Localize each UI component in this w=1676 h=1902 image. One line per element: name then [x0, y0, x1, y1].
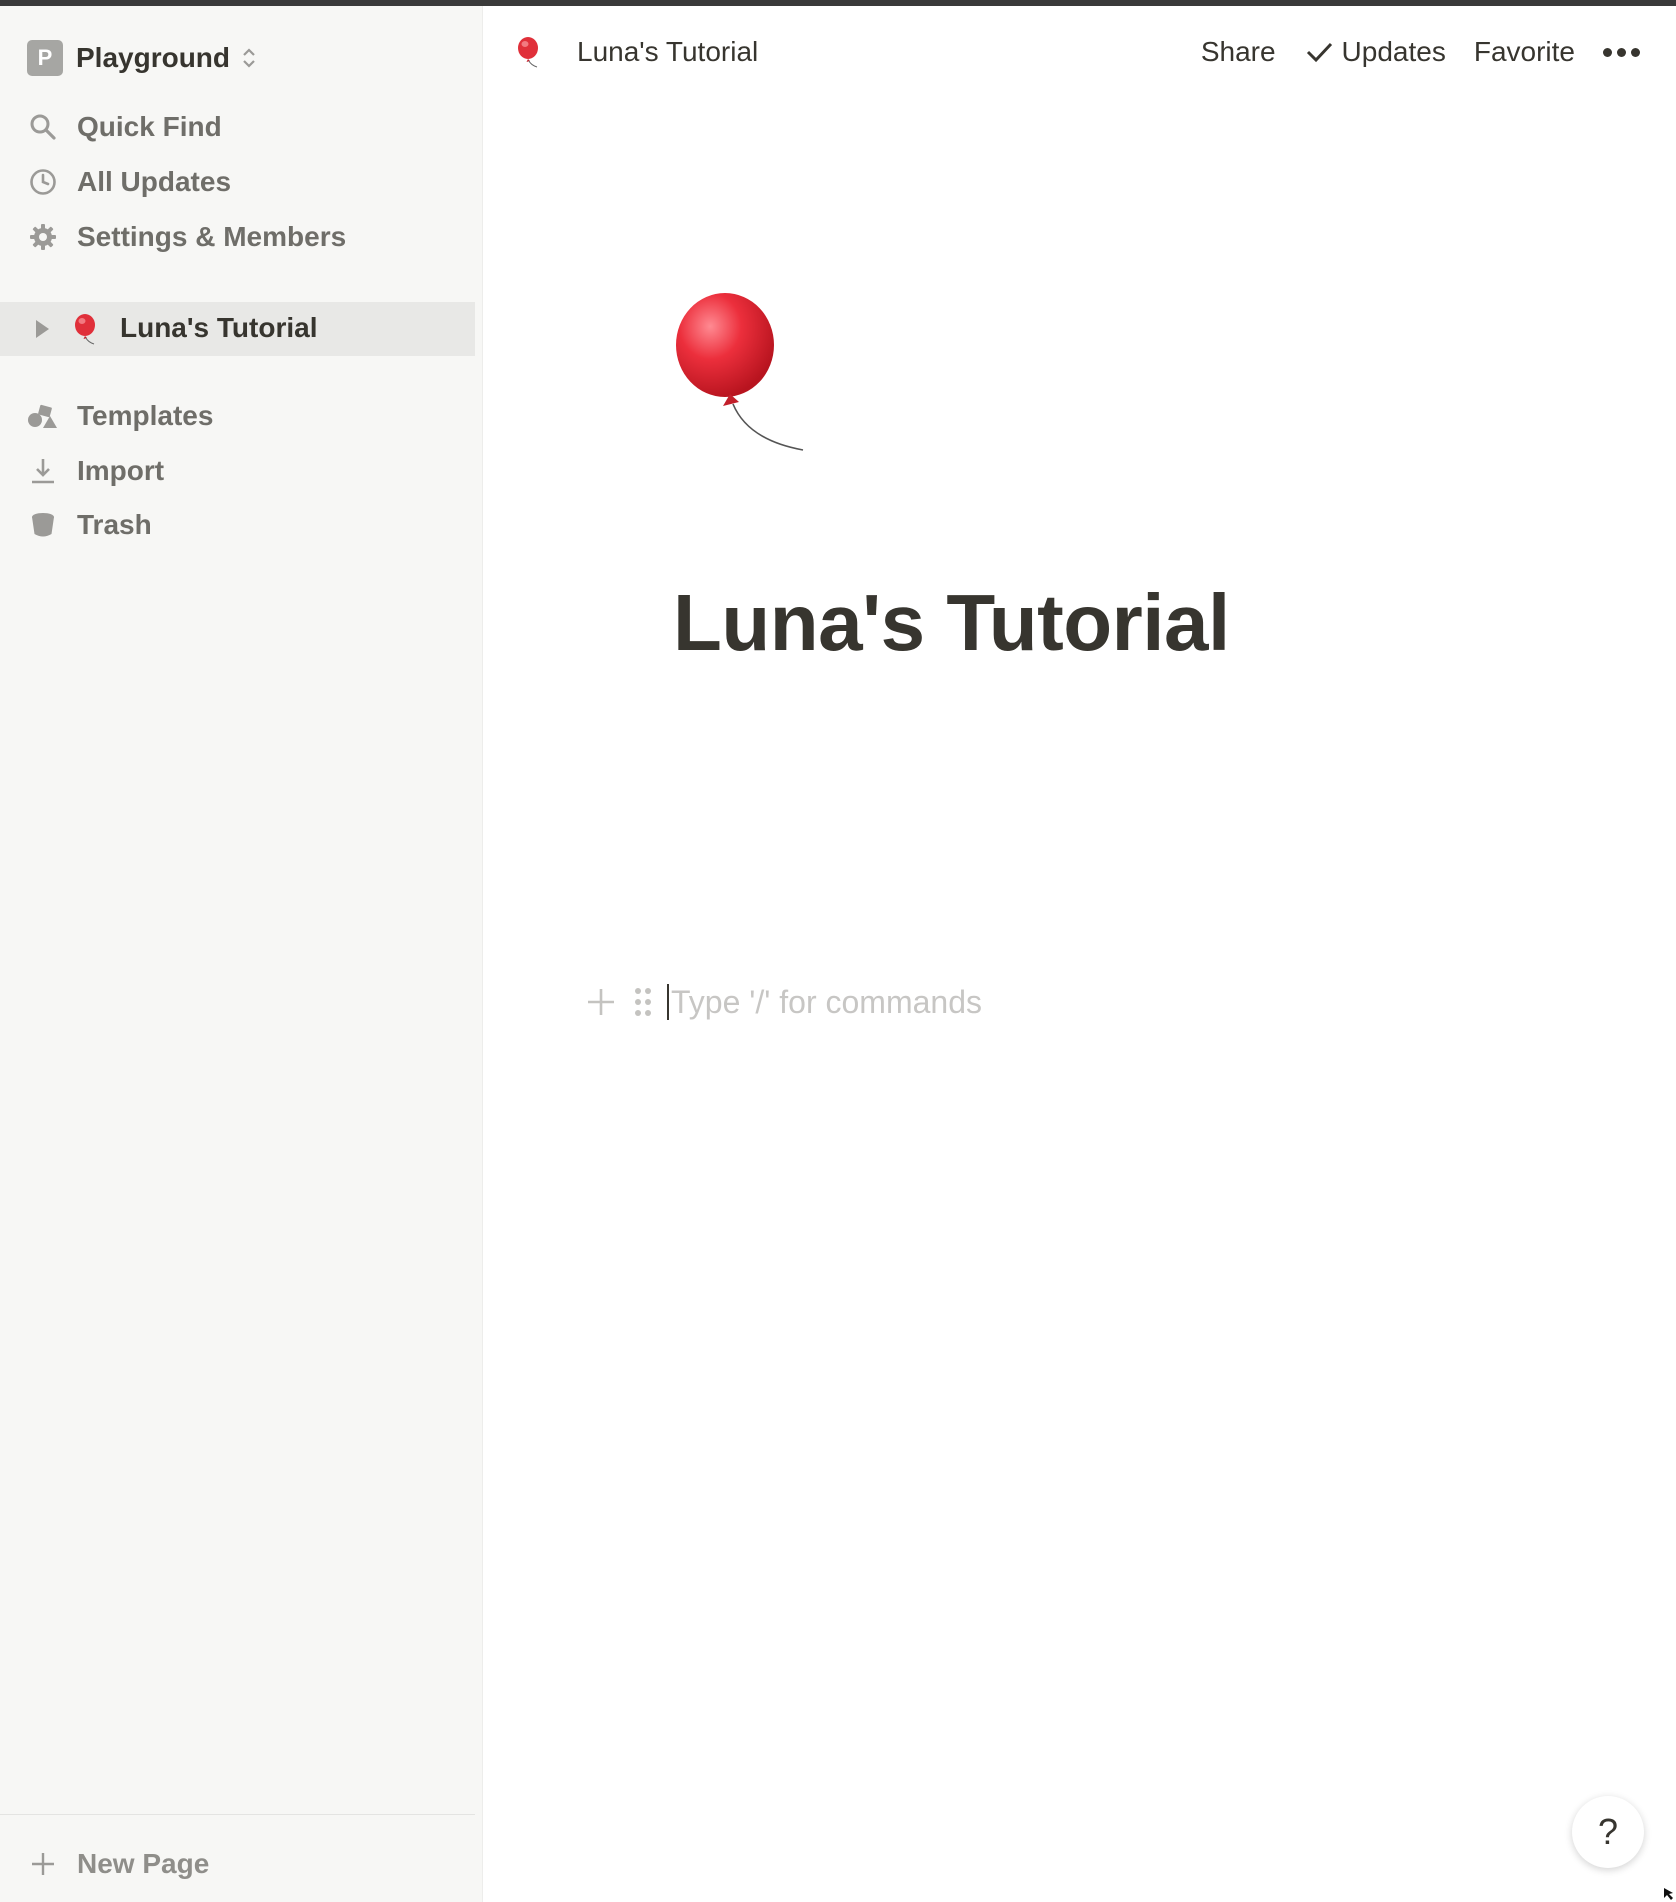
topbar: Luna's Tutorial Share Updates Favorite — [483, 6, 1676, 98]
sidebar-item-label: Import — [77, 455, 165, 486]
gear-icon — [27, 221, 59, 253]
workspace-name: Playground — [76, 42, 231, 73]
sidebar-item-label: Trash — [77, 509, 152, 540]
page-title[interactable]: Luna's Tutorial — [673, 577, 1230, 669]
sidebar-item-label: Quick Find — [77, 111, 222, 142]
breadcrumb[interactable]: Luna's Tutorial — [513, 30, 758, 74]
topbar-actions: Share Updates Favorite — [1201, 30, 1640, 74]
updates-button[interactable]: Updates — [1304, 36, 1446, 68]
sidebar-item-label: Settings & Members — [77, 221, 347, 252]
new-page-button[interactable]: New Page — [27, 1839, 209, 1889]
check-icon — [1306, 42, 1332, 63]
workspace-avatar: P — [27, 40, 63, 76]
sidebar-item-templates[interactable]: Templates — [27, 391, 213, 441]
sidebar-item-import[interactable]: Import — [27, 446, 164, 496]
import-icon — [27, 455, 59, 487]
breadcrumb-label: Luna's Tutorial — [577, 36, 759, 67]
sidebar: P Playground Quick Find All Updates Sett… — [0, 6, 483, 1902]
sidebar-item-label: Templates — [77, 400, 214, 431]
sidebar-item-label: All Updates — [77, 166, 232, 197]
share-button[interactable]: Share — [1201, 36, 1276, 68]
page-balloon-icon[interactable] — [673, 288, 808, 453]
resize-arrow-icon — [1664, 1888, 1673, 1900]
balloon-icon — [75, 314, 95, 345]
expand-triangle-icon[interactable] — [36, 320, 49, 338]
sidebar-item-trash[interactable]: Trash — [27, 500, 152, 550]
chevron-updown-icon — [243, 48, 255, 68]
text-cursor — [667, 984, 669, 1020]
trash-icon — [27, 509, 59, 541]
new-page-label: New Page — [77, 1848, 210, 1879]
empty-block[interactable]: Type '/' for commands — [585, 978, 982, 1026]
block-placeholder[interactable]: Type '/' for commands — [671, 984, 982, 1021]
help-button[interactable]: ? — [1572, 1796, 1644, 1868]
search-icon — [27, 111, 59, 143]
favorite-button[interactable]: Favorite — [1474, 36, 1575, 68]
plus-icon — [27, 1848, 59, 1880]
workspace-switcher[interactable]: P Playground — [27, 36, 258, 80]
balloon-icon — [518, 37, 538, 68]
updates-label: Updates — [1341, 36, 1446, 67]
sidebar-item-all-updates[interactable]: All Updates — [27, 157, 231, 207]
more-options-icon[interactable] — [1603, 47, 1640, 57]
clock-icon — [27, 166, 59, 198]
sidebar-page-label: Luna's Tutorial — [120, 312, 318, 343]
sidebar-page-lunas-tutorial[interactable]: Luna's Tutorial — [0, 302, 475, 356]
templates-icon — [27, 400, 59, 432]
sidebar-item-settings[interactable]: Settings & Members — [27, 212, 346, 262]
page-content: Luna's Tutorial Type '/' for commands — [483, 98, 1676, 1902]
sidebar-divider — [0, 1814, 475, 1815]
add-block-icon[interactable] — [585, 986, 617, 1018]
drag-handle-icon[interactable] — [631, 984, 655, 1020]
sidebar-item-quick-find[interactable]: Quick Find — [27, 102, 222, 152]
